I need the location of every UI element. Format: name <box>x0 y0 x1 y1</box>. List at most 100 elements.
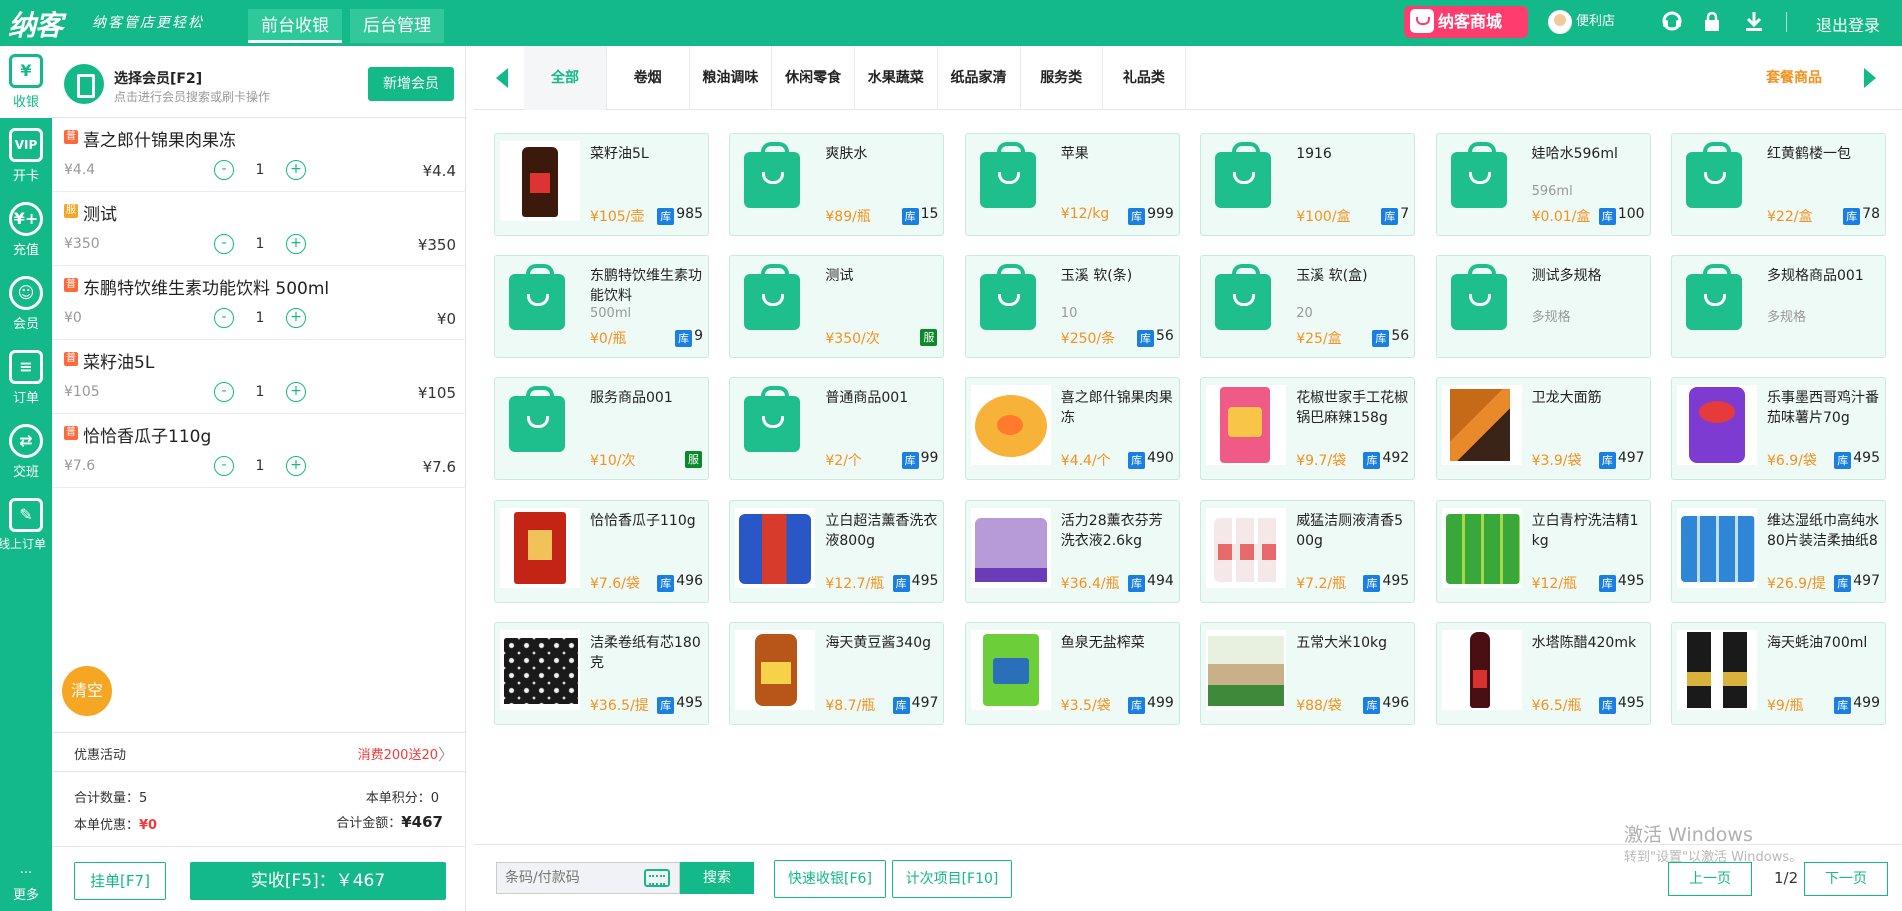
search-button[interactable]: 搜索 <box>680 862 754 894</box>
product-card[interactable]: 乐事墨西哥鸡汁番茄味薯片70g ¥6.9/袋库 495 <box>1671 377 1886 481</box>
cart-item[interactable]: 普东鹏特饮维生素功能饮料 500ml ¥0-1 + ¥0 <box>52 266 466 340</box>
product-card[interactable]: 维达湿纸巾高纯水80片装洁柔抽纸8 ¥26.9/提库 497 <box>1671 499 1886 603</box>
next-page-button[interactable]: 下一页 <box>1804 862 1888 896</box>
increase-qty-button[interactable]: + <box>286 308 306 328</box>
headset-icon[interactable] <box>1660 10 1684 34</box>
combo-products-link[interactable]: 套餐商品 <box>1766 46 1822 110</box>
category-tab[interactable]: 礼品类 <box>1103 46 1185 110</box>
product-card[interactable]: 洁柔卷纸有芯180克 ¥36.5/提库 495 <box>494 621 709 725</box>
category-tab[interactable]: 服务类 <box>1020 46 1102 110</box>
product-card[interactable]: 玉溪 软(盒) 20 ¥25/盒 库 56 <box>1200 255 1416 359</box>
product-price: ¥0.01/盒 <box>1531 209 1591 225</box>
product-card[interactable]: 鱼泉无盐榨菜 ¥3.5/袋库 499 <box>964 621 1180 725</box>
nav-more[interactable]: 更多 <box>0 884 52 903</box>
decrease-qty-button[interactable]: - <box>214 160 234 180</box>
product-price: ¥250/条 <box>1060 331 1116 348</box>
keyboard-icon[interactable] <box>644 869 670 887</box>
increase-qty-button[interactable]: + <box>286 234 306 254</box>
decrease-qty-button[interactable]: - <box>214 308 234 328</box>
category-tab[interactable]: 卷烟 <box>607 46 689 110</box>
add-member-button[interactable]: 新增会员 <box>368 67 454 101</box>
promotion-label: 优惠活动 <box>74 748 127 763</box>
product-card[interactable]: 服务商品001 ¥10/次 服 <box>494 377 709 481</box>
decrease-qty-button[interactable]: - <box>214 234 234 254</box>
decrease-qty-button[interactable]: - <box>214 382 234 402</box>
cart-item-qty[interactable]: 1 <box>246 310 274 326</box>
cart-item-qty[interactable]: 1 <box>246 384 274 400</box>
nav-item-online-orders[interactable]: ✎ 线上订单 <box>0 490 52 562</box>
category-tab[interactable]: 粮油调味 <box>689 46 771 110</box>
product-card[interactable]: 立白青柠洗洁精1kg ¥12/瓶 库 495 <box>1435 499 1651 603</box>
increase-qty-button[interactable]: + <box>286 382 306 402</box>
increase-qty-button[interactable]: + <box>286 456 306 476</box>
hold-order-button[interactable]: 挂单[F7] <box>74 862 166 900</box>
nav-item-orders[interactable]: ≡ 订单 <box>0 342 52 414</box>
nav-item-shift[interactable]: ⇄ 交班 <box>0 416 52 488</box>
category-tab[interactable]: 纸品家清 <box>938 46 1020 110</box>
nav-item-cashier[interactable]: ¥ 收银 <box>0 46 52 118</box>
product-card[interactable]: 娃哈水596ml 596ml ¥0.01/盒库 100 <box>1435 133 1651 236</box>
product-card[interactable]: 活力28薰衣芬芳洗衣液2.6kg ¥36.4/瓶库 494 <box>964 499 1180 603</box>
category-bar: 全部 卷烟 粮油调味 休闲零食 水果蔬菜 纸品家清 服务类 礼品类 套餐商品 <box>474 46 1902 110</box>
product-card[interactable]: 海天黄豆酱340g ¥8.7/瓶库 497 <box>729 621 945 725</box>
cart-item[interactable]: 普恰恰香瓜子110g ¥7.6 -1 + ¥7.6 <box>52 414 466 488</box>
product-price: ¥36.5/提 <box>590 697 649 714</box>
product-card[interactable]: 红黄鹤楼一包 ¥22/盒 库 78 <box>1671 133 1886 236</box>
category-next-icon[interactable] <box>1864 68 1876 88</box>
stock-badge: 库 <box>1128 452 1146 470</box>
lock-icon[interactable] <box>1700 10 1724 34</box>
category-tab[interactable]: 水果蔬菜 <box>855 46 937 110</box>
product-card[interactable]: 1916 ¥100/盒 库 7 <box>1200 133 1416 236</box>
product-card[interactable]: 菜籽油5L ¥105/壶库 985 <box>494 133 709 236</box>
product-card[interactable]: 东鹏特饮维生素功能饮料 500ml ¥0/瓶 库 9 <box>494 255 709 359</box>
product-card[interactable]: 海天蚝油700ml ¥9/瓶 库 499 <box>1671 621 1886 725</box>
product-card[interactable]: 水塔陈醋420mk ¥6.5/瓶库 495 <box>1435 621 1651 725</box>
category-tab[interactable]: 休闲零食 <box>772 46 854 110</box>
product-card[interactable]: 花椒世家手工花椒锅巴麻辣158g ¥9.7/袋库 492 <box>1200 377 1416 481</box>
count-items-button[interactable]: 计次项目[F10] <box>892 860 1012 898</box>
cart-item[interactable]: 普喜之郎什锦果肉果冻 ¥4.4 -1 + ¥4.4 <box>52 118 466 192</box>
cart-item[interactable]: 服测试 ¥350 -1 + ¥350 <box>52 192 466 266</box>
shopping-bag-icon <box>1450 142 1507 208</box>
product-card[interactable]: 爽肤水 ¥89/瓶 库 15 <box>729 133 945 236</box>
nav-item-member[interactable]: ☺ 会员 <box>0 268 52 340</box>
cart-item-qty[interactable]: 1 <box>246 162 274 178</box>
increase-qty-button[interactable]: + <box>286 160 306 180</box>
category-prev-icon[interactable] <box>496 68 508 88</box>
product-card[interactable]: 测试 ¥350/次 服 <box>729 255 945 359</box>
prev-page-button[interactable]: 上一页 <box>1668 862 1752 896</box>
clear-cart-button[interactable]: 清空 <box>62 666 112 716</box>
quick-checkout-button[interactable]: 快速收银[F6] <box>774 860 886 898</box>
cart-item-qty[interactable]: 1 <box>246 458 274 474</box>
member-select[interactable]: 选择会员[F2] 点击进行会员搜索或刷卡操作 新增会员 <box>52 46 466 118</box>
stock-value: 495 <box>1617 572 1645 589</box>
product-card[interactable]: 五常大米10kg ¥88/袋 库 496 <box>1200 621 1416 725</box>
stock-value: 495 <box>1617 694 1645 711</box>
product-card[interactable]: 玉溪 软(条) 10 ¥250/条 库 56 <box>964 255 1180 359</box>
checkout-button[interactable]: 实收[F5]：￥467 <box>190 862 446 900</box>
category-tab[interactable]: 全部 <box>524 46 606 110</box>
mall-button[interactable]: 纳客商城 <box>1404 6 1528 38</box>
tab-backend-management[interactable]: 后台管理 <box>350 9 444 43</box>
logout-button[interactable]: 退出登录 <box>1816 12 1880 36</box>
product-card[interactable]: 多规格商品001 多规格 <box>1671 255 1886 359</box>
tab-front-cashier[interactable]: 前台收银 <box>248 9 342 43</box>
product-card[interactable]: 测试多规格 多规格 <box>1435 255 1651 359</box>
user-menu[interactable]: 便利店 <box>1548 10 1615 34</box>
product-card[interactable]: 威猛洁厕液清香500g ¥7.2/瓶库 495 <box>1200 499 1416 603</box>
nav-item-open-card[interactable]: VIP 开卡 <box>0 120 52 192</box>
product-card[interactable]: 苹果 ¥12/kg 库 999 <box>964 133 1180 236</box>
promotion-row[interactable]: 优惠活动 消费200送20 〉 <box>52 732 466 772</box>
product-card[interactable]: 普通商品001 ¥2/个 库 99 <box>729 377 945 481</box>
mall-bag-icon <box>1410 9 1434 33</box>
product-card[interactable]: 恰恰香瓜子110g ¥7.6/袋库 496 <box>494 499 709 603</box>
decrease-qty-button[interactable]: - <box>214 456 234 476</box>
nav-label: 交班 <box>12 465 39 480</box>
product-card[interactable]: 喜之郎什锦果肉果冻 ¥4.4/个库 490 <box>964 377 1180 481</box>
download-icon[interactable] <box>1742 10 1766 34</box>
nav-item-recharge[interactable]: ¥+ 充值 <box>0 194 52 266</box>
cart-item[interactable]: 普菜籽油5L ¥105 -1 + ¥105 <box>52 340 466 414</box>
product-card[interactable]: 卫龙大面筋 ¥3.9/袋库 497 <box>1435 377 1651 481</box>
product-card[interactable]: 立白超洁薰香洗衣液800g ¥12.7/瓶库 495 <box>729 499 945 603</box>
cart-item-qty[interactable]: 1 <box>246 236 274 252</box>
